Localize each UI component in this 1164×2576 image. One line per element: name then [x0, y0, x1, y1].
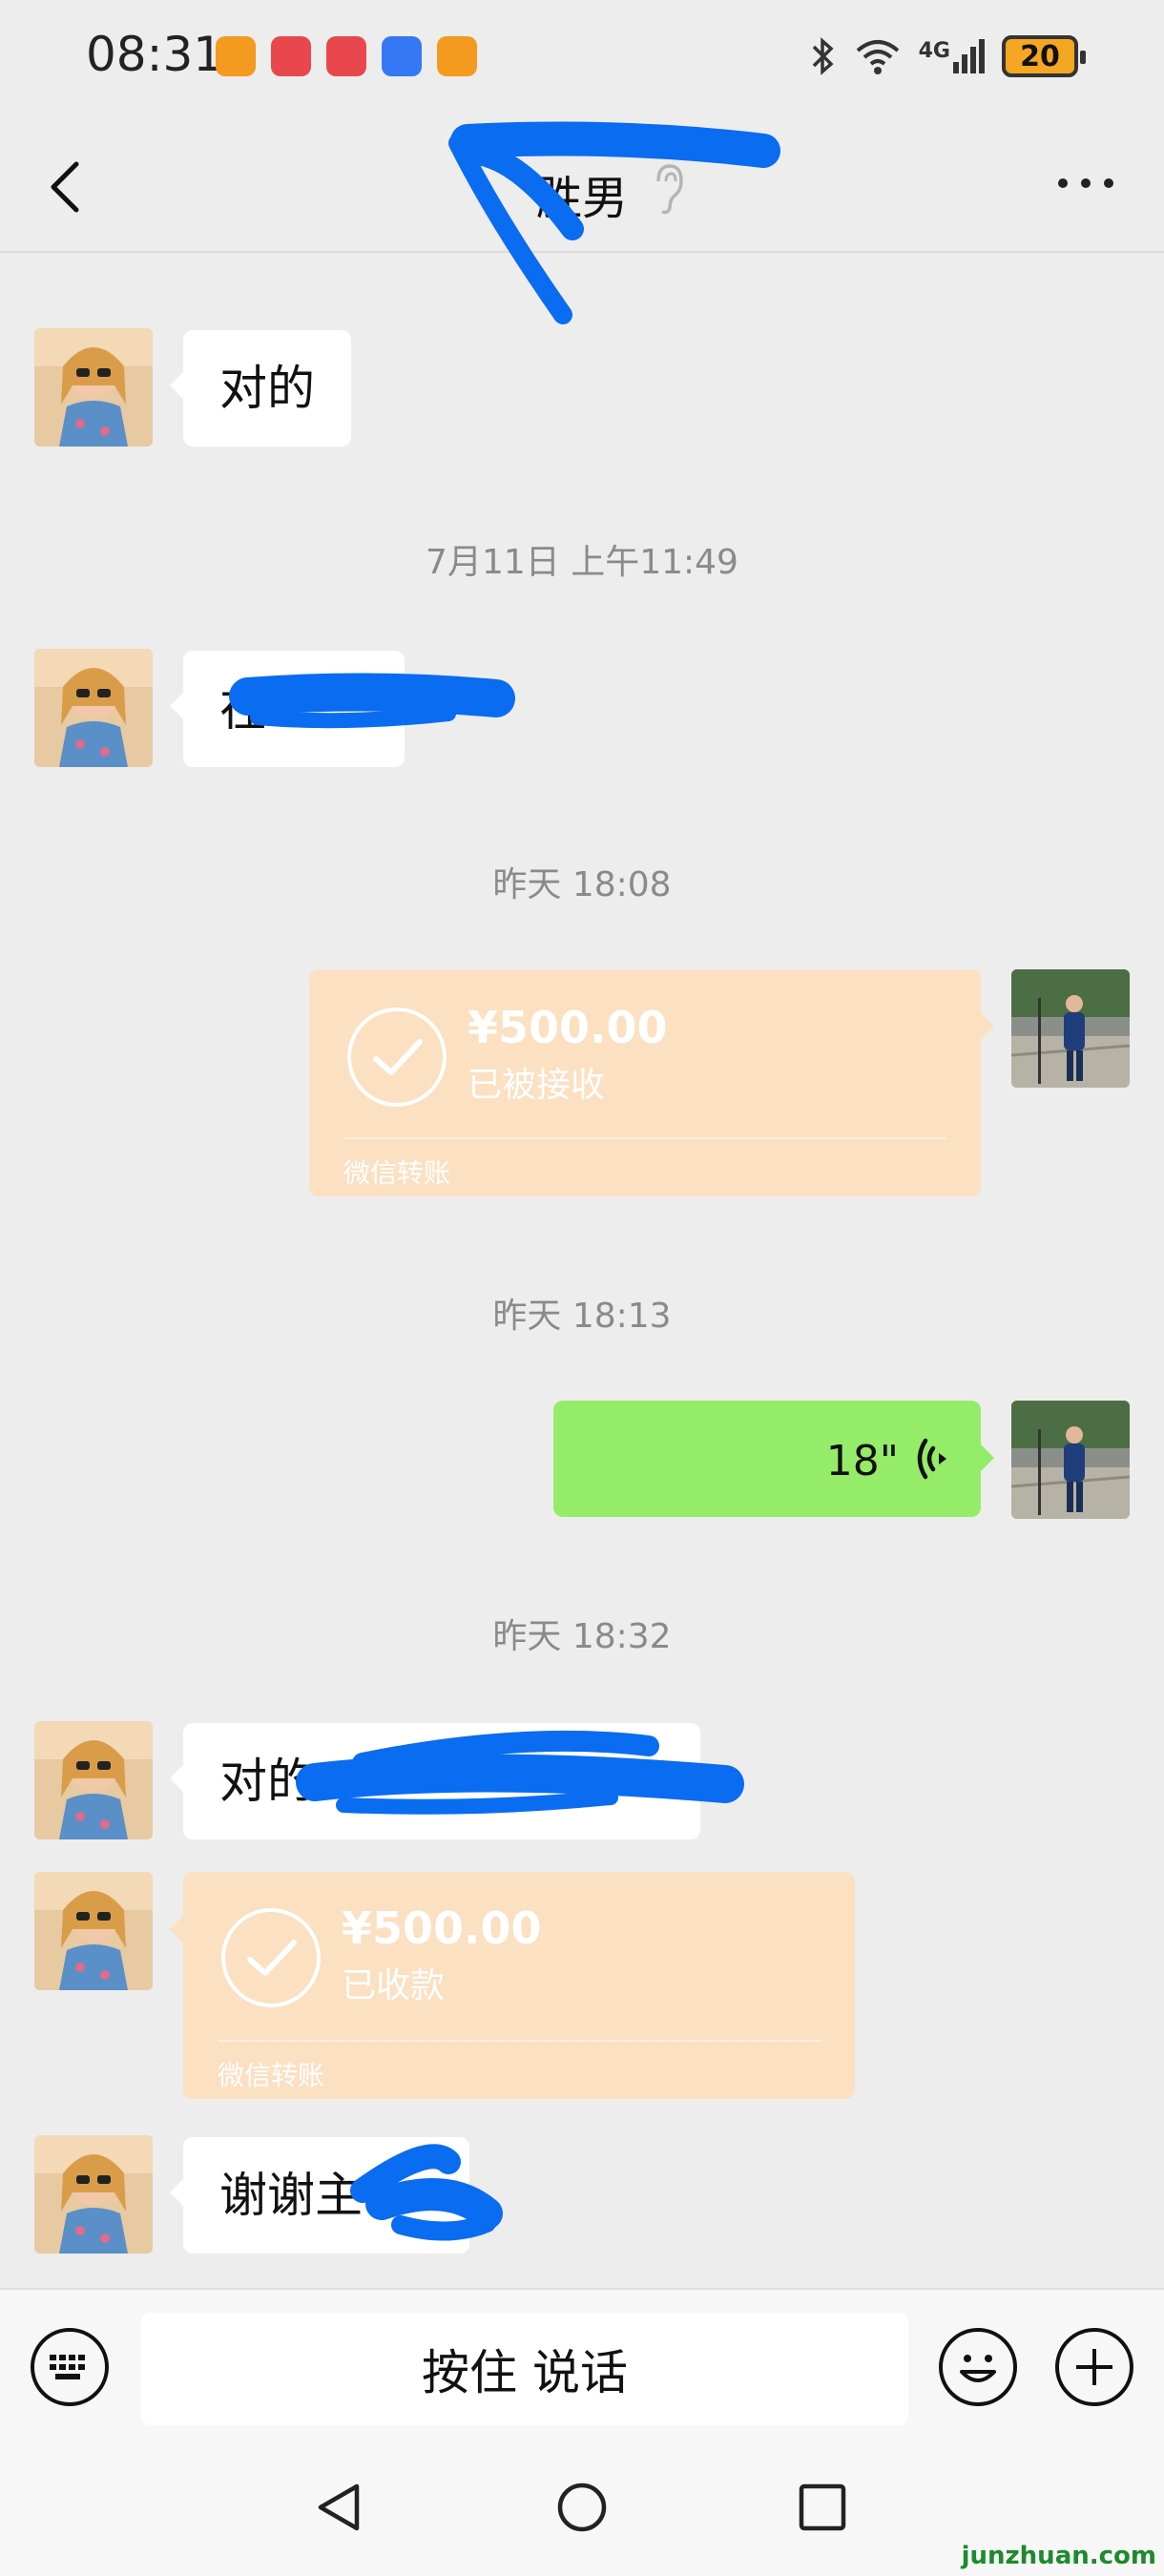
voice-wave-icon	[917, 1438, 946, 1480]
my-avatar[interactable]	[1011, 969, 1130, 1088]
notification-app-icon	[271, 36, 311, 76]
voice-message[interactable]: 18"	[553, 1401, 994, 1517]
contact-avatar[interactable]	[34, 1721, 153, 1839]
divider	[218, 2040, 821, 2042]
contact-avatar[interactable]	[34, 328, 153, 447]
redaction-scribble	[448, 121, 780, 324]
notification-app-icon	[382, 36, 422, 76]
nav-home-icon[interactable]	[555, 2481, 609, 2534]
battery-level: 20	[1020, 39, 1060, 73]
plus-icon	[1076, 2349, 1112, 2385]
transfer-amount: ¥500.00	[342, 1902, 542, 1954]
contact-avatar[interactable]	[34, 649, 153, 767]
transfer-card[interactable]: ¥500.00 已被接收 微信转账	[309, 969, 994, 1196]
emoji-icon	[960, 2355, 996, 2382]
nav-back-icon[interactable]	[315, 2481, 364, 2534]
more-functions-button[interactable]	[1055, 2328, 1133, 2406]
divider	[343, 1137, 946, 1139]
transfer-card[interactable]: ¥500.00 已收款 微信转账	[170, 1872, 855, 2099]
status-indicators: 4G 20	[810, 32, 1086, 80]
timestamp: 昨天 18:13	[492, 1297, 672, 1336]
my-avatar[interactable]	[1011, 1401, 1130, 1519]
keyboard-icon	[50, 2355, 85, 2379]
bluetooth-icon	[812, 37, 834, 75]
contact-avatar[interactable]	[34, 2135, 153, 2254]
transfer-status: 已被接收	[468, 1066, 606, 1105]
transfer-footer: 微信转账	[343, 1157, 451, 1189]
battery-icon: 20	[1002, 35, 1086, 77]
voice-duration: 18"	[825, 1437, 899, 1485]
notification-app-icon	[216, 36, 256, 76]
contact-avatar[interactable]	[34, 1872, 153, 1990]
message-text: 谢谢主	[219, 2168, 363, 2223]
watermark: junzhuan.com	[961, 2542, 1156, 2570]
redaction-scribble	[296, 1730, 744, 1815]
notification-app-icon	[437, 36, 477, 76]
emoji-button[interactable]	[939, 2328, 1017, 2406]
timestamp: 7月11日 上午11:49	[426, 543, 738, 582]
status-bar: 08:31 4G 20	[0, 0, 1164, 114]
hold-to-talk-button[interactable]: 按住 说话	[141, 2313, 908, 2425]
keyboard-toggle-button[interactable]	[31, 2328, 109, 2406]
message-text: 对的	[219, 361, 315, 416]
cellular-signal-icon: 4G	[919, 39, 985, 73]
transfer-amount: ¥500.00	[468, 1002, 668, 1053]
transfer-status: 已收款	[342, 1966, 446, 2005]
nav-recents-icon[interactable]	[798, 2483, 847, 2532]
check-circle-icon	[347, 1008, 447, 1107]
redaction-scribble	[350, 2144, 503, 2241]
wifi-icon	[856, 40, 899, 74]
timestamp: 昨天 18:08	[492, 865, 672, 904]
check-circle-icon	[221, 1908, 321, 2007]
status-time: 08:31	[86, 27, 224, 82]
notification-app-icon	[326, 36, 366, 76]
transfer-footer: 微信转账	[218, 2060, 325, 2091]
redaction-scribble	[229, 673, 515, 729]
chat-input-bar: 按住 说话	[0, 2288, 1164, 2439]
more-options-icon[interactable]	[1055, 174, 1116, 193]
network-type: 4G	[918, 39, 950, 63]
message-bubble[interactable]: 对的	[170, 330, 351, 447]
timestamp: 昨天 18:32	[492, 1617, 672, 1656]
